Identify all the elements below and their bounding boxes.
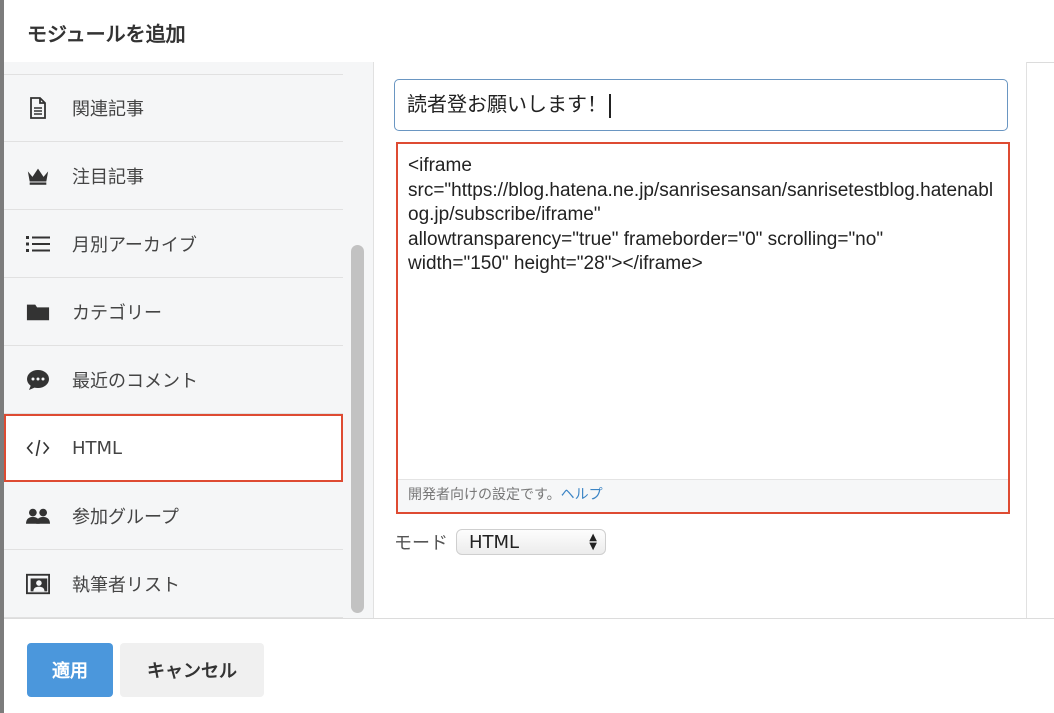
html-code-editor[interactable]: <iframe src="https://blog.hatena.ne.jp/s…	[396, 142, 1010, 514]
code-editor-footer: 開発者向けの設定です。ヘルプ	[398, 479, 1008, 512]
author-card-icon	[26, 572, 50, 596]
group-icon	[26, 504, 50, 528]
sidebar-item-label: 最近のコメント	[72, 371, 198, 392]
sidebar-item-monthly-archive[interactable]: 月別アーカイブ	[4, 211, 343, 278]
add-module-dialog: モジュールを追加 関連記事 注目記事 月別アーカイブ カテゴリー 最近のコメント…	[4, 0, 1054, 713]
module-list-scrollbar[interactable]	[343, 62, 374, 618]
folder-icon	[26, 300, 50, 324]
help-link[interactable]: ヘルプ	[561, 487, 603, 503]
dialog-footer: 適用 キャンセル	[4, 618, 1054, 713]
sidebar-item-recent-comments[interactable]: 最近のコメント	[4, 347, 343, 414]
mode-selected-value: HTML	[469, 531, 520, 553]
sidebar-item-label: カテゴリー	[72, 303, 162, 324]
select-arrows-icon: ▲ ▼	[589, 532, 597, 552]
sidebar-item-related-articles[interactable]: 関連記事	[4, 75, 343, 142]
html-code-text[interactable]: <iframe src="https://blog.hatena.ne.jp/s…	[408, 154, 998, 277]
module-title-input[interactable]: 読者登お願いします！	[394, 79, 1008, 131]
dialog-header: モジュールを追加	[4, 0, 1054, 63]
list-icon	[26, 232, 50, 256]
mode-select[interactable]: HTML ▲ ▼	[456, 529, 606, 555]
module-settings-panel: 読者登お願いします！ <iframe src="https://blog.hat…	[374, 62, 1027, 618]
sidebar-item-label: 注目記事	[72, 167, 144, 188]
sidebar-item-label: 執筆者リスト	[72, 575, 180, 596]
cancel-button[interactable]: キャンセル	[120, 643, 264, 697]
sidebar-item-label: 月別アーカイブ	[72, 235, 197, 256]
apply-button[interactable]: 適用	[27, 643, 113, 697]
module-title-value: 読者登お願いします！	[407, 92, 607, 116]
sidebar-item-label: 参加グループ	[72, 507, 179, 528]
module-list: 関連記事 注目記事 月別アーカイブ カテゴリー 最近のコメント HTML 参加グ…	[4, 62, 343, 618]
dialog-title: モジュールを追加	[27, 22, 186, 46]
sidebar-item-html[interactable]: HTML	[4, 414, 343, 482]
sidebar-item-featured-articles[interactable]: 注目記事	[4, 143, 343, 210]
code-icon	[26, 436, 50, 460]
sidebar-item-joined-groups[interactable]: 参加グループ	[4, 483, 343, 550]
sidebar-item-categories[interactable]: カテゴリー	[4, 279, 343, 346]
scrollbar-thumb[interactable]	[351, 245, 364, 613]
sidebar-item-author-list[interactable]: 執筆者リスト	[4, 551, 343, 618]
sidebar-item-label: HTML	[72, 437, 123, 459]
mode-label: モード	[394, 533, 448, 554]
mode-row: モード HTML ▲ ▼	[394, 527, 606, 557]
sidebar-item-label: 関連記事	[72, 99, 144, 120]
developer-note: 開発者向けの設定です。	[408, 487, 561, 503]
text-caret	[609, 93, 611, 118]
document-icon	[26, 96, 50, 120]
comment-bubble-icon	[26, 368, 50, 392]
crown-icon	[26, 164, 50, 188]
